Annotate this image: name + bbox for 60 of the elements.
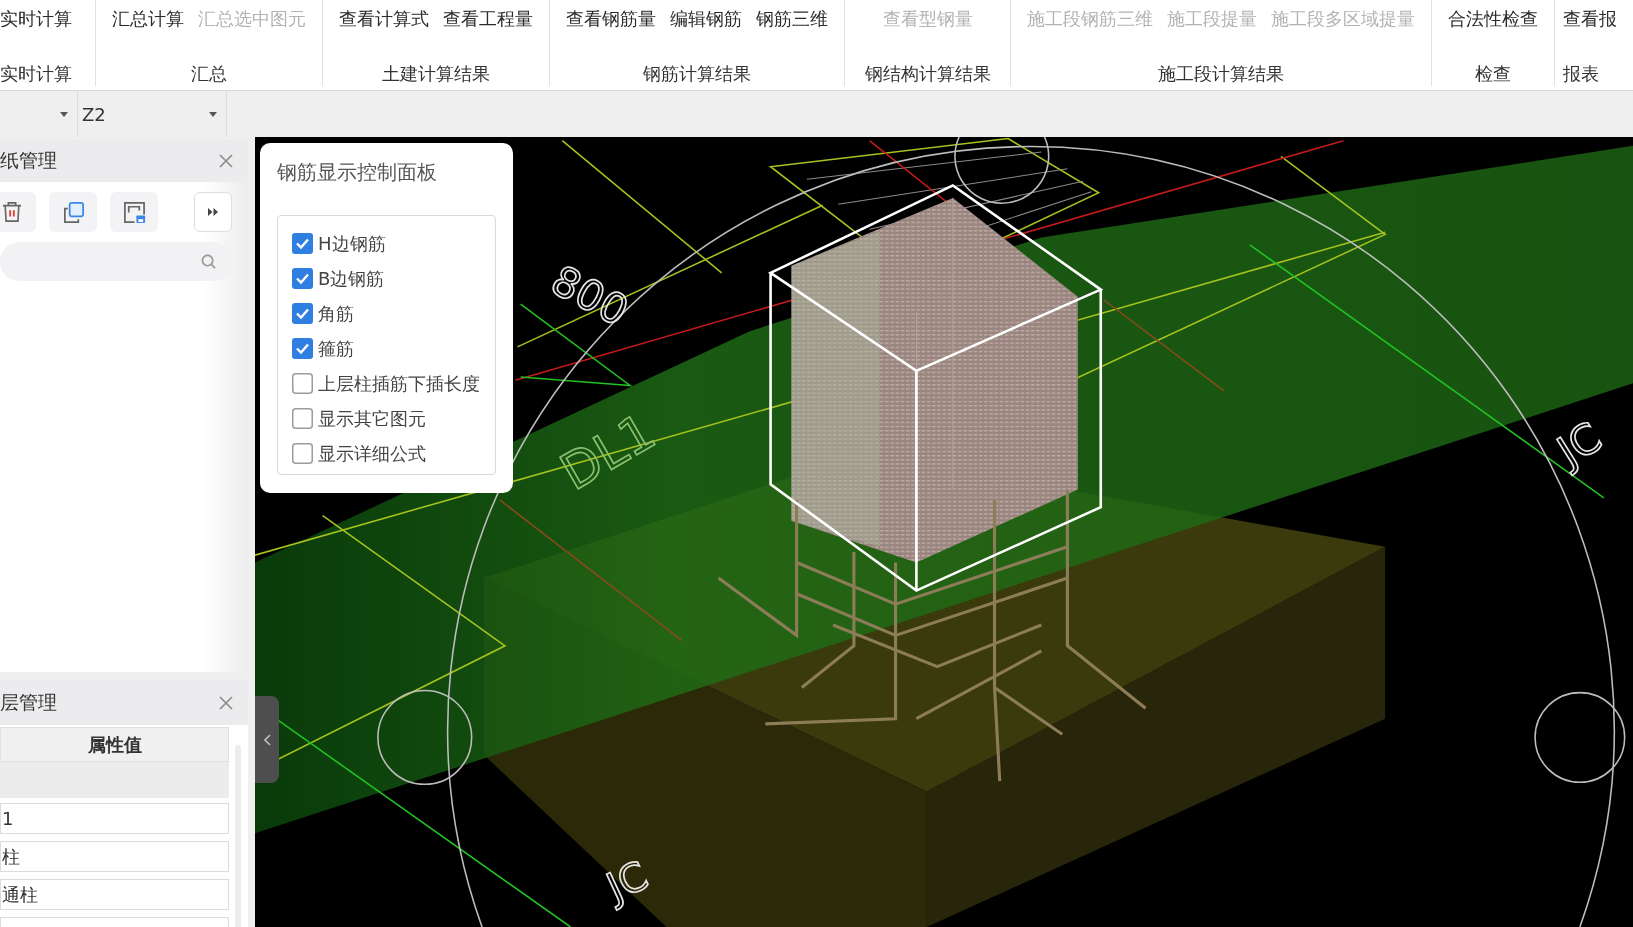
value-field[interactable]: 柱 — [0, 841, 229, 872]
checkbox-label: 显示详细公式 — [318, 441, 426, 466]
drawing-label: 800 — [543, 255, 637, 336]
close-button[interactable] — [219, 154, 233, 168]
drawing-label: JC — [1548, 412, 1610, 476]
checkbox-label: 显示其它图元 — [318, 406, 426, 431]
ribbon-button[interactable]: 合法性检查 — [1448, 7, 1538, 31]
caret-icon — [60, 111, 68, 117]
ribbon-button[interactable]: 实时计算 — [0, 7, 72, 31]
checkbox-label: H边钢筋 — [318, 231, 386, 256]
group-label: 汇总 — [191, 62, 227, 86]
ribbon-button[interactable]: 查看钢筋量 — [566, 7, 656, 31]
value-field[interactable]: 通柱 — [0, 879, 229, 910]
checkbox[interactable] — [292, 408, 313, 429]
checkbox-label: 上层柱插筋下插长度 — [318, 371, 480, 396]
panel-title: 层管理 — [0, 689, 57, 715]
checkbox-label: 角筋 — [318, 301, 354, 326]
checkbox-label: B边钢筋 — [318, 266, 385, 291]
close-icon — [219, 695, 233, 710]
checkbox[interactable] — [292, 303, 313, 324]
trash-icon — [2, 201, 22, 223]
value-field[interactable]: 1 — [0, 803, 229, 834]
group-label: 钢结构计算结果 — [864, 62, 991, 86]
collapse-handle[interactable] — [255, 696, 279, 783]
caret-icon — [209, 111, 217, 117]
checkbox[interactable] — [292, 338, 313, 359]
group-label: 土建计算结果 — [382, 62, 490, 86]
drawing-label: DL1 — [550, 402, 665, 502]
checkbox[interactable] — [292, 268, 313, 289]
close-button[interactable] — [219, 695, 233, 710]
checkbox[interactable] — [292, 233, 313, 254]
chevron-left-icon — [263, 733, 271, 746]
double-arrow-icon — [208, 208, 218, 216]
group-label: 实时计算 — [0, 62, 72, 86]
copy-icon — [61, 200, 85, 224]
group-label: 施工段计算结果 — [1158, 62, 1284, 86]
ribbon-button[interactable]: 汇总计算 — [112, 7, 184, 31]
ribbon-button[interactable]: 查看报 — [1563, 7, 1617, 31]
group-label: 检查 — [1475, 62, 1511, 86]
ribbon-button[interactable]: 查看计算式 — [339, 7, 429, 31]
save-button[interactable] — [110, 192, 158, 232]
ribbon-button[interactable]: 编辑钢筋 — [670, 7, 742, 31]
close-icon — [219, 154, 233, 168]
panel-title: 钢筋显示控制面板 — [277, 160, 438, 184]
drawing-label: JC — [599, 851, 655, 911]
search-icon — [201, 254, 216, 269]
ribbon-button[interactable]: 钢筋三维 — [756, 7, 828, 31]
panel-title: 纸管理 — [0, 148, 57, 173]
delete-button[interactable] — [0, 192, 36, 232]
more-button[interactable] — [194, 192, 232, 232]
ribbon-button[interactable]: 查看工程量 — [443, 7, 533, 31]
save-icon — [122, 200, 146, 224]
dropdown[interactable]: Z2 — [78, 91, 227, 137]
copy-button[interactable] — [49, 192, 97, 232]
checkbox[interactable] — [292, 443, 313, 464]
checkbox[interactable] — [292, 373, 313, 394]
column-header: 属性值 — [0, 727, 229, 762]
group-label: 报表 — [1563, 62, 1599, 86]
group-label: 钢筋计算结果 — [643, 62, 751, 86]
checkbox-label: 箍筋 — [318, 336, 354, 361]
